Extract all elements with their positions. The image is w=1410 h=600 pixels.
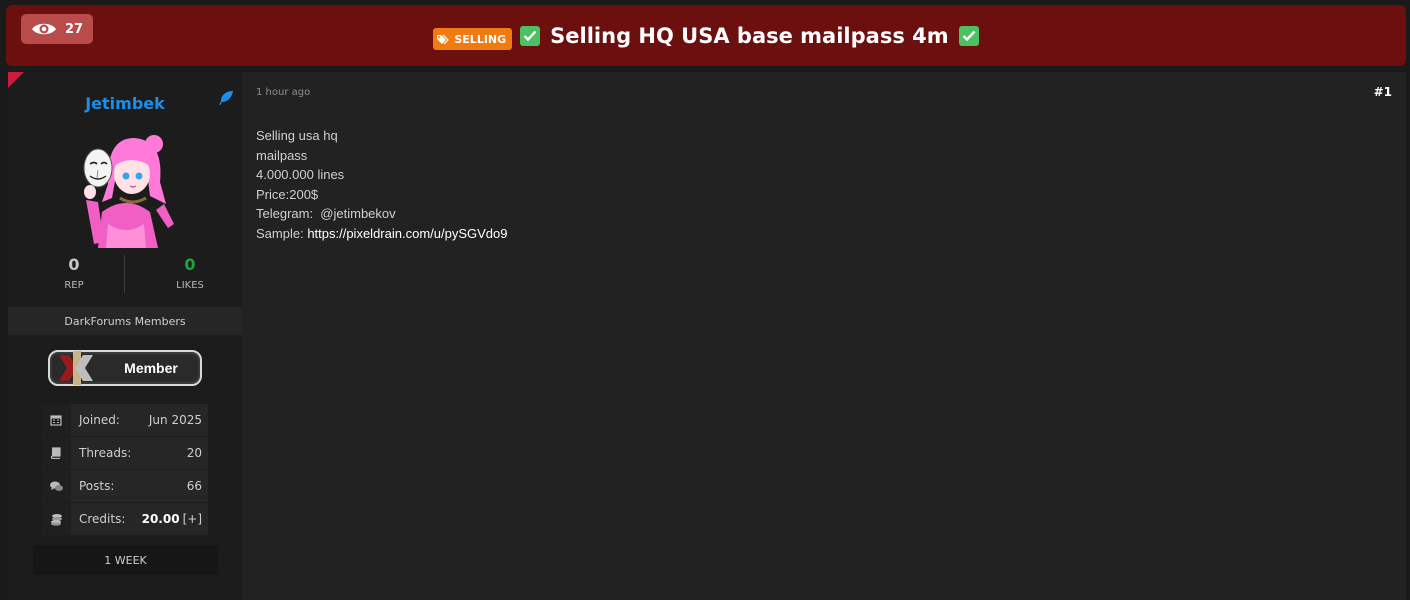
rep-stat[interactable]: 0 REP — [24, 255, 124, 291]
credits-add-button[interactable]: [+] — [183, 512, 202, 526]
author-username[interactable]: Jetimbek — [8, 94, 242, 113]
post-line: Telegram: @jetimbekov — [256, 206, 396, 221]
post-body: Selling usa hq mailpass 4.000.000 lines … — [256, 126, 507, 243]
sample-link[interactable]: https://pixeldrain.com/u/pySGVdo9 — [307, 226, 507, 241]
check-mark-icon — [958, 26, 979, 46]
prefix-label: SELLING — [454, 32, 507, 46]
title-row: SELLING Selling HQ USA base mailpass 4m — [6, 21, 1406, 51]
likes-stat[interactable]: 0 LIKES — [140, 255, 240, 291]
tag-icon — [437, 34, 450, 44]
info-posts: Posts: 66 — [41, 470, 208, 502]
author-panel: Jetimbek 0 REP 0 LIKES DarkForums Member… — [8, 72, 242, 600]
comments-icon — [41, 470, 71, 502]
post-time[interactable]: 1 hour ago — [256, 87, 310, 98]
posts-label: Posts: — [79, 479, 115, 493]
member-badge: Member — [47, 347, 203, 389]
avatar[interactable] — [68, 124, 184, 248]
feather-icon — [219, 91, 233, 105]
author-info: Joined: Jun 2025 Threads: 20 Posts: 66 C… — [41, 404, 208, 536]
sample-label: Sample: — [256, 225, 308, 241]
joined-label: Joined: — [79, 413, 120, 427]
info-threads: Threads: 20 — [41, 437, 208, 469]
post-line: mailpass — [256, 147, 308, 163]
likes-value: 0 — [184, 255, 196, 274]
post-line: Selling usa hq — [256, 128, 338, 143]
credits-value: 20.00 — [141, 512, 180, 526]
thread-header: 27 SELLING Selling HQ USA base mailpass … — [6, 5, 1406, 66]
threads-label: Threads: — [79, 446, 132, 460]
thread-title: Selling HQ USA base mailpass 4m — [550, 24, 949, 48]
post-number[interactable]: #1 — [1374, 85, 1392, 99]
author-stats: 0 REP 0 LIKES — [18, 255, 232, 295]
post-line: Price:200$ — [256, 186, 319, 202]
credits-label: Credits: — [79, 512, 126, 526]
threads-value[interactable]: 20 — [187, 446, 208, 460]
check-mark-icon — [520, 26, 541, 46]
stats-divider — [124, 255, 125, 293]
joined-value: Jun 2025 — [148, 413, 202, 427]
rep-value: 0 — [68, 255, 80, 274]
coins-icon — [41, 503, 71, 535]
user-group: DarkForums Members — [8, 307, 242, 335]
corner-flag — [8, 72, 24, 88]
member-badge-image: Member — [48, 350, 202, 386]
badge-label: Member — [124, 360, 178, 376]
info-credits: Credits: 20.00 [+] — [41, 503, 208, 535]
prefix-tag[interactable]: SELLING — [433, 28, 513, 50]
likes-label: LIKES — [176, 280, 204, 291]
calendar-icon — [41, 404, 71, 436]
sample-line: Sample: https://pixeldrain.com/u/pySGVdo… — [256, 224, 507, 244]
posts-value[interactable]: 66 — [187, 479, 208, 493]
rep-label: REP — [64, 280, 84, 291]
post: Jetimbek 0 REP 0 LIKES DarkForums Member… — [8, 72, 1406, 600]
last-seen-badge: 1 WEEK — [33, 545, 218, 575]
credits-value-group: 20.00 [+] — [142, 512, 208, 526]
book-icon — [41, 437, 71, 469]
info-joined: Joined: Jun 2025 — [41, 404, 208, 436]
post-line: 4.000.000 lines — [256, 167, 345, 182]
